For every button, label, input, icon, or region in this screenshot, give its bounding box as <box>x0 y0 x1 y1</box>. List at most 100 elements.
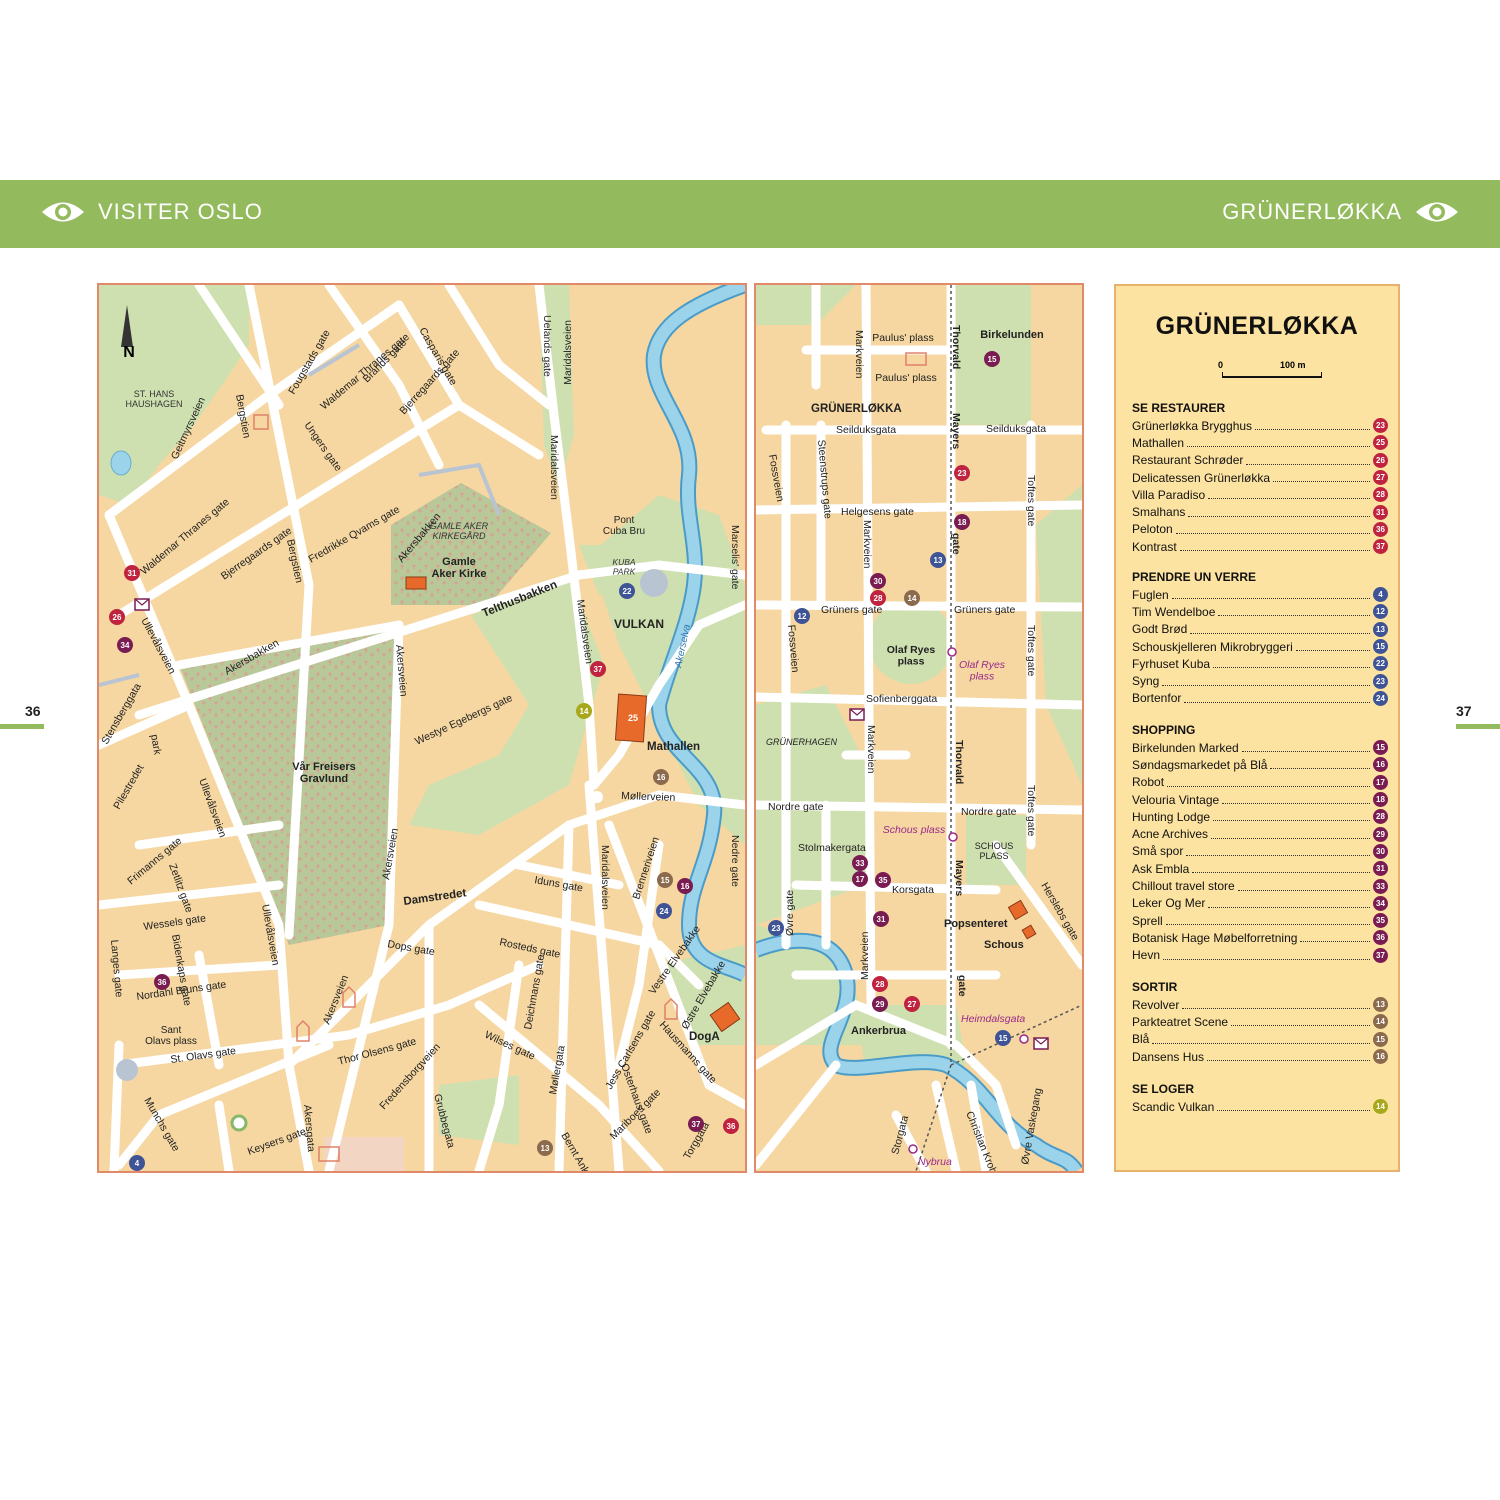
legend-item[interactable]: Grünerløkka Brygghus 23 <box>1132 417 1388 434</box>
marker-29[interactable]: 29 <box>872 996 888 1012</box>
legend-item[interactable]: Bortenfor 24 <box>1132 690 1388 707</box>
legend-item[interactable]: Fuglen 4 <box>1132 586 1388 603</box>
marker-17[interactable]: 17 <box>852 871 868 887</box>
legend-item[interactable]: Chillout travel store 33 <box>1132 877 1388 894</box>
marker-24[interactable]: 24 <box>656 903 672 919</box>
legend-item-badge: 24 <box>1373 690 1388 706</box>
marker-15[interactable]: 15 <box>657 872 673 888</box>
scale-distance: 100 m <box>1280 360 1306 370</box>
marker-33[interactable]: 33 <box>852 855 868 871</box>
legend-item[interactable]: Velouria Vintage 18 <box>1132 791 1388 808</box>
legend-item[interactable]: Robot 17 <box>1132 774 1388 791</box>
legend-item[interactable]: Kontrast 37 <box>1132 538 1388 555</box>
legend-item[interactable]: Restaurant Schrøder 26 <box>1132 452 1388 469</box>
place-paulus2: Paulus' plass <box>875 372 937 384</box>
legend-item[interactable]: Blå 15 <box>1132 1031 1388 1048</box>
marker-23b[interactable]: 23 <box>768 920 784 936</box>
legend-item[interactable]: Leker Og Mer 34 <box>1132 895 1388 912</box>
legend-item-name: Acne Archives <box>1132 827 1209 842</box>
legend-item-name: Robot <box>1132 775 1165 790</box>
place-paulus1: Paulus' plass <box>872 332 934 344</box>
marker-22[interactable]: 22 <box>619 583 635 599</box>
marker-14[interactable]: 14 <box>904 590 920 606</box>
legend-item-name: Blå <box>1132 1032 1150 1047</box>
legend-item-badge: 29 <box>1373 826 1388 842</box>
marker-36[interactable]: 36 <box>154 974 170 990</box>
legend-item[interactable]: Peloton 36 <box>1132 521 1388 538</box>
marker-28[interactable]: 28 <box>870 590 886 606</box>
legend-item[interactable]: Acne Archives 29 <box>1132 825 1388 842</box>
marker-34[interactable]: 34 <box>117 637 133 653</box>
street-markveien4: Markveien <box>859 931 871 980</box>
street-stolmaker: Stolmakergata <box>798 842 866 854</box>
legend-item[interactable]: Søndagsmarkedet på Blå 16 <box>1132 756 1388 773</box>
marker-37[interactable]: 37 <box>590 661 606 677</box>
marker-26[interactable]: 26 <box>109 609 125 625</box>
legend-item[interactable]: Villa Paradiso 28 <box>1132 486 1388 503</box>
marker-31[interactable]: 31 <box>124 565 140 581</box>
marker-4[interactable]: 4 <box>129 1155 145 1171</box>
place-schous-area: SCHOUS PLASS <box>975 841 1014 861</box>
svg-text:37: 37 <box>692 1120 701 1129</box>
legend-item[interactable]: Fyrhuset Kuba 22 <box>1132 655 1388 672</box>
legend-item-name: Sprell <box>1132 913 1163 928</box>
legend-item-name: Bortenfor <box>1132 691 1182 706</box>
legend-item[interactable]: Små spor 30 <box>1132 843 1388 860</box>
legend-item[interactable]: Delicatessen Grünerløkka 27 <box>1132 469 1388 486</box>
marker-13[interactable]: 13 <box>930 552 946 568</box>
map-right-canvas[interactable]: Birkelunden Paulus' plass Paulus' plass … <box>756 285 1082 1171</box>
marker-30[interactable]: 30 <box>870 573 886 589</box>
page-tab-left <box>0 724 44 729</box>
legend-item-badge: 15 <box>1373 740 1388 756</box>
legend-item[interactable]: Tim Wendelboe 12 <box>1132 603 1388 620</box>
place-var-freisers: Vår Freisers Gravlund <box>292 761 356 785</box>
legend-item[interactable]: Dansens Hus 16 <box>1132 1048 1388 1065</box>
map-left-canvas[interactable]: N ST. HANS HAUSHAGEN GAMLE AKER KIRKEGÅRD … <box>99 285 745 1171</box>
place-gamle-aker-kirkegard: GAMLE AKER KIRKEGÅRD <box>430 521 489 541</box>
marker-12[interactable]: 12 <box>794 608 810 624</box>
map-right[interactable]: Birkelunden Paulus' plass Paulus' plass … <box>754 283 1084 1173</box>
marker-35[interactable]: 35 <box>875 872 891 888</box>
street-gate2: gate <box>956 975 968 997</box>
legend-item[interactable]: Ask Embla 31 <box>1132 860 1388 877</box>
legend-item[interactable]: Mathallen 25 <box>1132 434 1388 451</box>
marker-14[interactable]: 14 <box>576 703 592 719</box>
legend-item-name: Chillout travel store <box>1132 879 1235 894</box>
street-gruners2: Grüners gate <box>954 604 1015 616</box>
marker-31[interactable]: 31 <box>873 911 889 927</box>
marker-36b[interactable]: 36 <box>723 1118 739 1134</box>
marker-16[interactable]: 16 <box>653 769 669 785</box>
svg-text:14: 14 <box>908 594 917 603</box>
marker-37b[interactable]: 37 <box>688 1116 704 1132</box>
marker-18[interactable]: 18 <box>954 514 970 530</box>
leader-dots <box>1295 642 1370 652</box>
legend-item[interactable]: Birkelunden Marked 15 <box>1132 739 1388 756</box>
legend-item[interactable]: Smalhans 31 <box>1132 503 1388 520</box>
marker-15[interactable]: 15 <box>984 351 1000 367</box>
marker-16b[interactable]: 16 <box>677 878 693 894</box>
svg-text:14: 14 <box>580 707 589 716</box>
marker-25[interactable]: 25 <box>628 713 638 723</box>
legend-item[interactable]: Syng 23 <box>1132 672 1388 689</box>
legend-item[interactable]: Schouskjelleren Mikrobryggeri 15 <box>1132 638 1388 655</box>
marker-13[interactable]: 13 <box>537 1140 553 1156</box>
marker-23[interactable]: 23 <box>954 465 970 481</box>
marker-27[interactable]: 27 <box>904 996 920 1012</box>
leader-dots <box>1187 438 1370 448</box>
legend-item[interactable]: Sprell 35 <box>1132 912 1388 929</box>
legend-item[interactable]: Hevn 37 <box>1132 947 1388 964</box>
legend-item-name: Fuglen <box>1132 587 1169 602</box>
legend-item-badge: 36 <box>1373 521 1388 537</box>
legend-item[interactable]: Botanisk Hage Møbelforretning 36 <box>1132 929 1388 946</box>
legend-item[interactable]: Hunting Lodge 28 <box>1132 808 1388 825</box>
legend-item-name: Godt Brød <box>1132 622 1188 637</box>
marker-28b[interactable]: 28 <box>872 976 888 992</box>
legend-panel: GRÜNERLØKKA 0 100 m SE RESTAURER Grünerlø… <box>1114 284 1400 1172</box>
legend-item[interactable]: Scandic Vulkan 14 <box>1132 1098 1388 1115</box>
svg-text:31: 31 <box>128 569 137 578</box>
marker-15b[interactable]: 15 <box>995 1030 1011 1046</box>
legend-item[interactable]: Godt Brød 13 <box>1132 621 1388 638</box>
map-left[interactable]: N ST. HANS HAUSHAGEN GAMLE AKER KIRKEGÅRD … <box>97 283 747 1173</box>
legend-item[interactable]: Revolver 13 <box>1132 996 1388 1013</box>
legend-item[interactable]: Parkteatret Scene 14 <box>1132 1013 1388 1030</box>
